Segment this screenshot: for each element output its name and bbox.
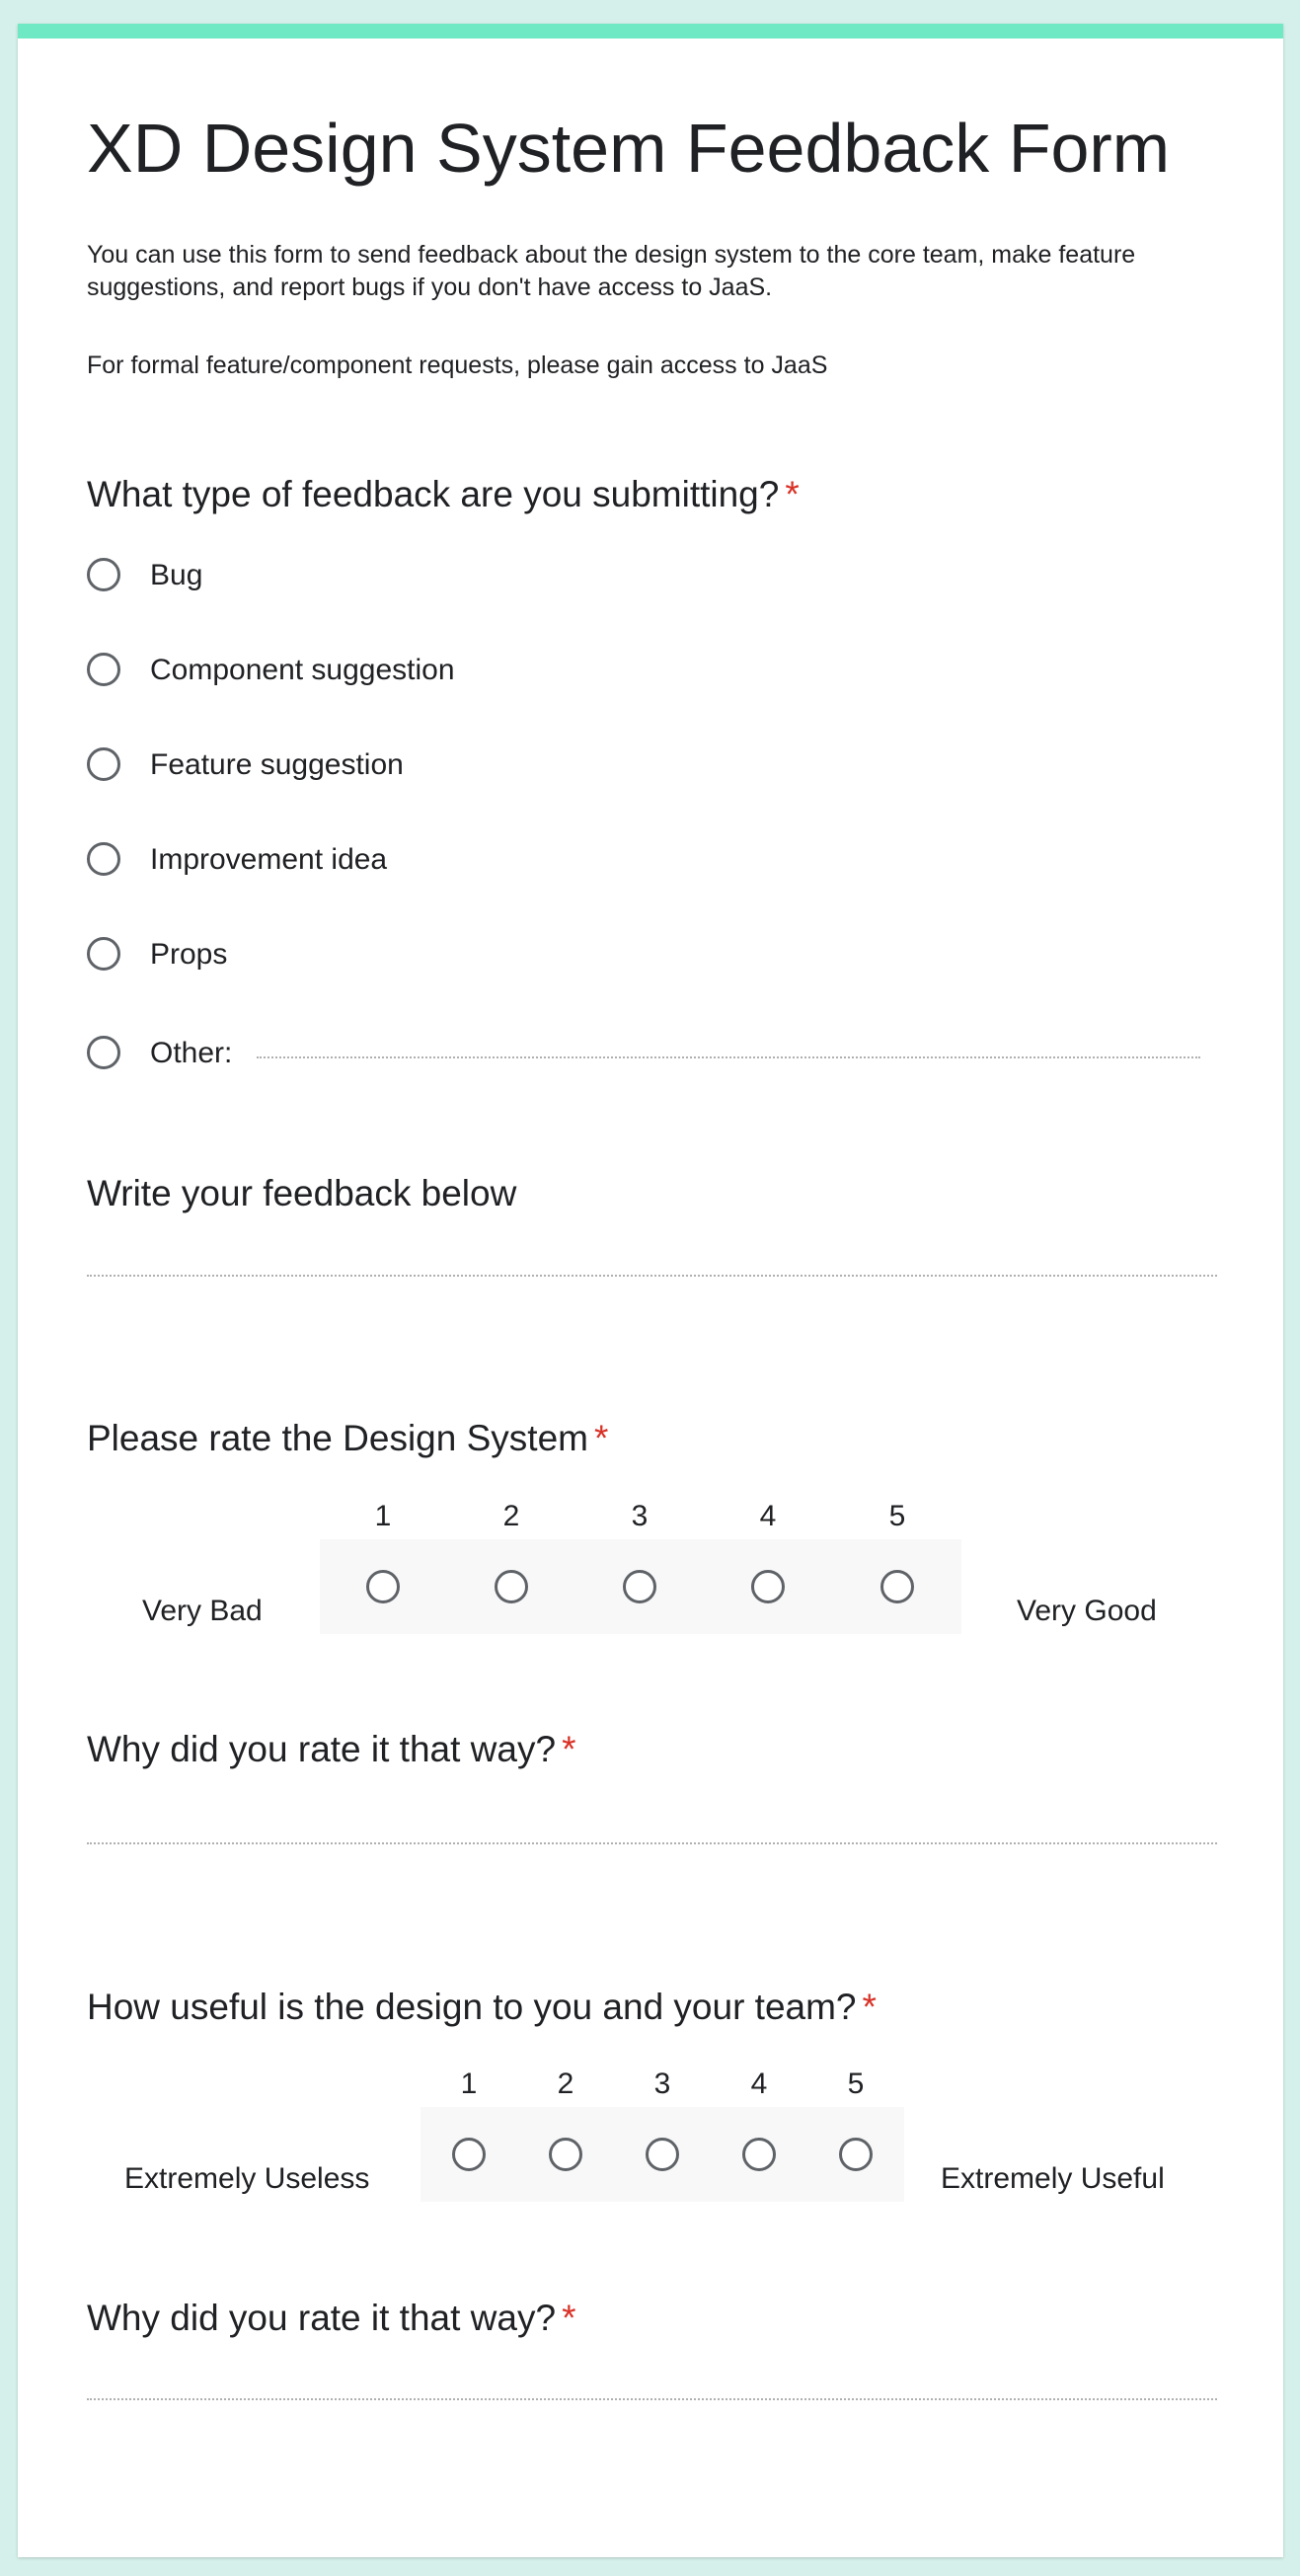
question-rating-title: Please rate the Design System * <box>87 1417 608 1460</box>
option-label: Other: <box>150 1037 233 1069</box>
question-usefulness-title: How useful is the design to you and your… <box>87 1986 877 2029</box>
scale-number: 5 <box>847 2068 865 2100</box>
scale-low-label: Very Bad <box>142 1595 263 1627</box>
scale-number: 2 <box>502 1500 520 1532</box>
rating-radio-1[interactable] <box>366 1570 400 1603</box>
question-usefulness-why-title: Why did you rate it that way? * <box>87 2297 575 2340</box>
form-title: XD Design System Feedback Form <box>87 110 1171 187</box>
required-asterisk: * <box>562 1729 576 1769</box>
usefulness-radio-2[interactable] <box>549 2138 582 2171</box>
scale-number: 1 <box>374 1500 392 1532</box>
scale-number: 5 <box>888 1500 906 1532</box>
scale-number: 1 <box>460 2068 478 2100</box>
question-text: Please rate the Design System <box>87 1418 588 1458</box>
rating-scale <box>320 1539 961 1634</box>
usefulness-why-text-input[interactable] <box>87 2398 1217 2400</box>
usefulness-radio-5[interactable] <box>839 2138 873 2171</box>
question-text: Why did you rate it that way? <box>87 1729 557 1769</box>
rating-radio-2[interactable] <box>495 1570 528 1603</box>
option-label: Props <box>150 938 228 971</box>
radio-button[interactable] <box>87 842 120 876</box>
required-asterisk: * <box>862 1987 877 2027</box>
question-feedback-type-title: What type of feedback are you submitting… <box>87 473 800 516</box>
radio-button[interactable] <box>87 937 120 971</box>
required-asterisk: * <box>785 474 800 514</box>
question-feedback-title: Write your feedback below <box>87 1172 516 1215</box>
form-description: You can use this form to send feedback a… <box>87 241 1136 301</box>
scale-number: 3 <box>631 1500 649 1532</box>
scale-number: 3 <box>653 2068 671 2100</box>
rating-radio-5[interactable] <box>880 1570 914 1603</box>
scale-number: 4 <box>759 1500 777 1532</box>
required-asterisk: * <box>562 2298 576 2338</box>
scale-high-label: Very Good <box>1017 1595 1157 1627</box>
radio-button[interactable] <box>87 747 120 781</box>
usefulness-radio-1[interactable] <box>452 2138 486 2171</box>
usefulness-radio-3[interactable] <box>646 2138 679 2171</box>
scale-number: 2 <box>557 2068 574 2100</box>
question-rating-why-title: Why did you rate it that way? * <box>87 1728 575 1771</box>
scale-low-label: Extremely Useless <box>124 2162 370 2195</box>
required-asterisk: * <box>593 1418 609 1458</box>
question-text: What type of feedback are you submitting… <box>87 474 780 514</box>
scale-number: 4 <box>750 2068 768 2100</box>
feedback-text-input[interactable] <box>87 1275 1217 1277</box>
question-text: Why did you rate it that way? <box>87 2298 557 2338</box>
option-label: Component suggestion <box>150 654 455 686</box>
rating-why-text-input[interactable] <box>87 1842 1217 1844</box>
rating-radio-3[interactable] <box>623 1570 656 1603</box>
radio-button[interactable] <box>87 1036 120 1069</box>
question-text: How useful is the design to you and your… <box>87 1987 857 2027</box>
radio-button[interactable] <box>87 653 120 686</box>
form-card: XD Design System Feedback Form You can u… <box>18 24 1283 2557</box>
form-description-access: For formal feature/component requests, p… <box>87 351 828 379</box>
scale-high-label: Extremely Useful <box>941 2162 1165 2195</box>
option-label: Bug <box>150 559 203 591</box>
usefulness-scale <box>421 2107 904 2202</box>
other-text-input[interactable] <box>257 1056 1200 1058</box>
question-text: Write your feedback below <box>87 1173 517 1213</box>
option-label: Improvement idea <box>150 843 388 876</box>
form-accent-bar <box>18 24 1283 39</box>
radio-button[interactable] <box>87 558 120 591</box>
rating-radio-4[interactable] <box>751 1570 785 1603</box>
option-label: Feature suggestion <box>150 748 404 781</box>
usefulness-radio-4[interactable] <box>742 2138 776 2171</box>
